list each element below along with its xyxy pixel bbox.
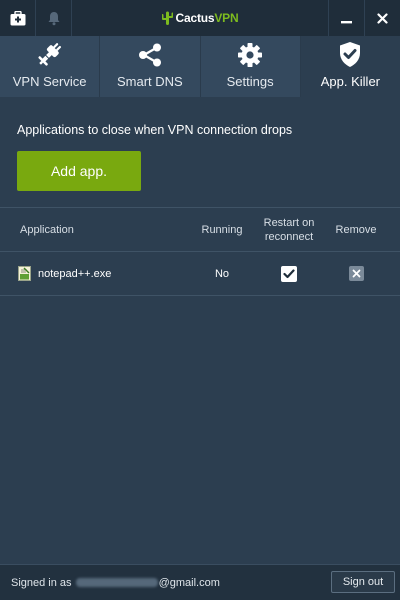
sign-out-button[interactable]: Sign out [331, 571, 395, 593]
tab-label: App. Killer [320, 74, 380, 89]
restart-cell [256, 252, 322, 295]
footer-bar: Signed in as @gmail.com Sign out [0, 564, 400, 600]
column-header-remove: Remove [335, 223, 377, 236]
tab-label: Smart DNS [117, 74, 183, 89]
panel-headline: Applications to close when VPN connectio… [17, 123, 293, 137]
signed-in-status: Signed in as @gmail.com [11, 577, 220, 589]
running-status: No [214, 267, 230, 280]
redacted-email-username [75, 578, 158, 587]
email-domain: @gmail.com [158, 576, 220, 589]
brand-name: CactusVPN [175, 11, 239, 25]
gear-icon [238, 43, 263, 67]
table-header: Application Running Restart on reconnect… [0, 207, 400, 252]
table-row: notepad++.exe No [0, 252, 400, 296]
tab-label: Settings [226, 74, 274, 89]
tab-app-killer[interactable]: App. Killer [300, 36, 400, 97]
signed-in-label: Signed in as [11, 576, 72, 589]
toolbox-button[interactable] [0, 0, 36, 36]
shield-check-icon [340, 42, 361, 67]
column-header-running: Running [201, 223, 243, 236]
tab-vpn-service[interactable]: VPN Service [0, 36, 101, 97]
notifications-button[interactable] [36, 0, 72, 36]
apps-table: Application Running Restart on reconnect… [0, 207, 400, 296]
bell-icon [48, 11, 59, 25]
share-icon [138, 43, 161, 67]
app-name: notepad++.exe [38, 267, 112, 280]
restart-on-reconnect-checkbox[interactable] [281, 265, 297, 282]
add-app-button[interactable]: Add app. [17, 151, 141, 191]
check-icon [283, 268, 295, 278]
column-header-application: Application [20, 223, 74, 236]
nav-tabs: VPN Service Smart DNS Settings App. Kill… [0, 36, 400, 97]
column-header-restart: Restart on reconnect [263, 216, 315, 243]
toolbox-icon [10, 10, 25, 25]
tab-settings[interactable]: Settings [201, 36, 301, 97]
app-cell: notepad++.exe [18, 252, 111, 295]
close-icon [352, 269, 360, 278]
remove-app-button[interactable] [348, 266, 364, 281]
close-button[interactable] [364, 0, 400, 36]
cactus-icon [161, 11, 173, 25]
close-icon [377, 12, 388, 24]
tab-smart-dns[interactable]: Smart DNS [100, 36, 201, 97]
minimize-button[interactable] [328, 0, 364, 36]
notepad-icon [18, 266, 31, 281]
minimize-icon [340, 21, 352, 24]
title-bar: CactusVPN [0, 0, 400, 36]
tab-label: VPN Service [12, 74, 87, 89]
plug-icon [38, 43, 61, 66]
remove-cell [330, 252, 382, 295]
